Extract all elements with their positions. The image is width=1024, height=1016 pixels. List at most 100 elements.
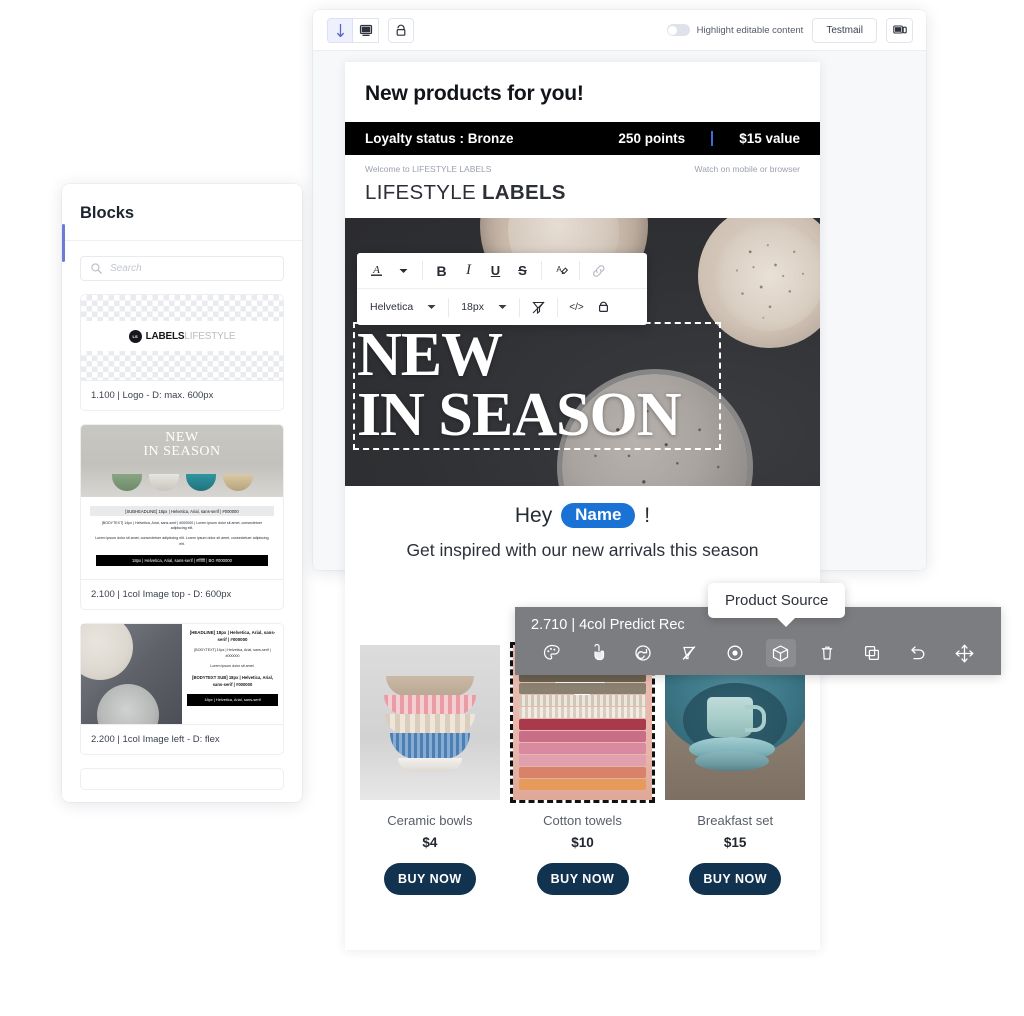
block-item-image-left[interactable]: [HEADLINE] 18px | Helvetica, Arial, sans… — [80, 623, 284, 755]
block-thumbnail: [HEADLINE] 18px | Helvetica, Arial, sans… — [81, 624, 283, 724]
breakfast-saucer2-art — [695, 751, 770, 771]
block-hero-text: NEW IN SEASON — [143, 430, 221, 460]
image-off-icon[interactable] — [674, 639, 704, 667]
highlight-icon[interactable]: A — [547, 258, 574, 284]
email-subject: New products for you! — [365, 82, 584, 105]
text-color-caret-icon[interactable] — [390, 258, 417, 284]
product-source-box-icon[interactable] — [765, 639, 796, 667]
toggle-switch[interactable] — [666, 24, 690, 36]
product-price: $15 — [723, 835, 747, 850]
block-left-image — [81, 624, 182, 724]
product-card[interactable]: Ceramic bowls $4 BUY NOW — [360, 645, 500, 895]
click-cursor-icon[interactable] — [583, 639, 613, 667]
block-bodytext-label: [BODYTEXT] 14px | Helvetica, Arial, sans… — [194, 648, 271, 658]
trash-icon[interactable] — [812, 639, 842, 667]
loyalty-points: 250 points — [618, 131, 686, 146]
testmail-button[interactable]: Testmail — [812, 17, 877, 43]
buy-now-button[interactable]: BUY NOW — [689, 863, 782, 895]
block-lorem-label: Lorem ipsum dolor sit amet. — [210, 664, 255, 668]
block-blackbar-label: 18px | Helvetica, Arial, sans-serif — [187, 693, 278, 706]
loyalty-divider — [711, 131, 714, 146]
block-bowls-decor — [81, 474, 283, 491]
block-text-preview: [HEADLINE] 18px | Helvetica, Arial, sans… — [182, 624, 283, 724]
chevron-down-icon — [427, 305, 436, 309]
device-preview-button[interactable] — [886, 17, 913, 43]
block-lorem-label: Lorem ipsum dolor sit amet, consectetuer… — [95, 536, 269, 546]
rich-text-separator-4 — [448, 297, 450, 317]
block-bodysub-label: [BODYTEXT SUB] 18px | Helvetica, Arial, … — [192, 675, 273, 687]
personalization-chip[interactable]: Name — [561, 503, 636, 528]
block-subheadline-label: [SUBHEADLINE] 18px | Helvetica, Arial, s… — [90, 506, 274, 516]
link-icon[interactable] — [585, 258, 612, 284]
app-root: Highlight editable content Testmail New … — [0, 0, 1024, 1016]
rich-text-separator-5 — [518, 297, 520, 317]
text-color-icon[interactable]: A — [363, 258, 390, 284]
block-caption: 2.200 | 1col Image left - D: flex — [81, 724, 283, 754]
loyalty-right-group: 250 points $15 value — [618, 131, 800, 146]
font-size-select[interactable]: 18px — [454, 294, 514, 320]
loyalty-bar: Loyalty status : Bronze 250 points $15 v… — [345, 122, 820, 155]
block-thumbnail: LS LABELSLIFESTYLE — [81, 295, 283, 380]
product-card[interactable]: Breakfast set $15 BUY NOW — [665, 645, 806, 895]
preview-mode-group — [327, 17, 414, 43]
font-family-select[interactable]: Helvetica — [363, 294, 443, 320]
bolt-button[interactable] — [327, 17, 353, 43]
font-family-value: Helvetica — [370, 301, 414, 313]
rich-text-separator — [422, 261, 423, 280]
rich-text-row-1: A B I U S A — [357, 253, 647, 289]
rich-text-separator-6 — [556, 297, 558, 317]
duplicate-icon[interactable] — [857, 639, 887, 667]
italic-icon[interactable]: I — [455, 258, 482, 284]
code-icon[interactable]: </> — [563, 294, 590, 320]
buy-now-button[interactable]: BUY NOW — [383, 863, 476, 895]
refresh-icon[interactable] — [628, 639, 658, 667]
palette-icon[interactable] — [537, 639, 567, 667]
mobile-preview-button[interactable] — [388, 17, 414, 43]
logo-wordmark: LABELSLIFESTYLE — [145, 330, 236, 342]
greeting-line[interactable]: Hey Name ! — [345, 486, 820, 533]
sub-greeting[interactable]: Get inspired with our new arrivals this … — [345, 533, 820, 561]
underline-icon[interactable]: U — [482, 258, 509, 284]
block-item-partial[interactable] — [80, 768, 284, 790]
svg-text:A: A — [556, 265, 562, 274]
desktop-preview-button[interactable] — [353, 17, 379, 43]
block-item-logo[interactable]: LS LABELSLIFESTYLE 1.100 | Logo - D: max… — [80, 294, 284, 411]
target-icon[interactable] — [720, 639, 750, 667]
block-caption: 1.100 | Logo - D: max. 600px — [81, 380, 283, 410]
clear-formatting-icon[interactable] — [525, 294, 552, 320]
highlight-editable-toggle[interactable]: Highlight editable content — [666, 24, 803, 36]
bold-icon[interactable]: B — [428, 258, 455, 284]
hero-banner[interactable]: NEW IN SEASON A B I U S A Helvetica 18px… — [345, 218, 820, 486]
brand-row: LIFESTYLE LABELS — [345, 177, 820, 218]
product-card-selected[interactable]: Cotton towels $10 BUY NOW — [509, 642, 656, 895]
greeting-prefix: Hey — [514, 504, 553, 527]
rich-text-separator-3 — [579, 261, 580, 280]
rich-text-separator-2 — [541, 261, 542, 280]
product-price: $4 — [422, 835, 438, 850]
lock-icon[interactable] — [590, 294, 617, 320]
product-name: Breakfast set — [697, 813, 774, 828]
product-image[interactable] — [360, 645, 500, 800]
rich-text-row-2: Helvetica 18px </> — [357, 289, 647, 325]
towel-stack-art — [518, 670, 647, 790]
rich-text-toolbar[interactable]: A B I U S A Helvetica 18px </> — [357, 253, 647, 325]
font-size-value: 18px — [461, 301, 484, 313]
block-hero-image: NEW IN SEASON — [81, 425, 283, 497]
block-thumbnail: NEW IN SEASON [SUBHEADLINE] 18px | Helve… — [81, 425, 283, 579]
email-preview[interactable]: New products for you! Loyalty status : B… — [345, 62, 820, 950]
block-context-icons — [515, 639, 1001, 667]
panel-accent-bar — [62, 224, 65, 262]
hero-headline[interactable]: NEW IN SEASON — [357, 324, 681, 445]
strikethrough-icon[interactable]: S — [509, 258, 536, 284]
loyalty-status: Loyalty status : Bronze — [365, 131, 514, 146]
blocks-panel-title: Blocks — [80, 204, 135, 222]
ceramic-bowls-art — [382, 676, 478, 772]
block-item-image-top[interactable]: NEW IN SEASON [SUBHEADLINE] 18px | Helve… — [80, 424, 284, 610]
block-bodytext-label: [BODYTEXT] 14px | Helvetica, Arial, sans… — [101, 521, 263, 531]
undo-icon[interactable] — [903, 639, 933, 667]
buy-now-button[interactable]: BUY NOW — [536, 863, 629, 895]
brand-logo: LIFESTYLE LABELS — [365, 181, 566, 204]
blocks-search-input[interactable]: Search — [80, 256, 284, 281]
block-context-label: 2.710 | 4col Predict Rec — [531, 617, 685, 633]
move-icon[interactable] — [949, 639, 979, 667]
